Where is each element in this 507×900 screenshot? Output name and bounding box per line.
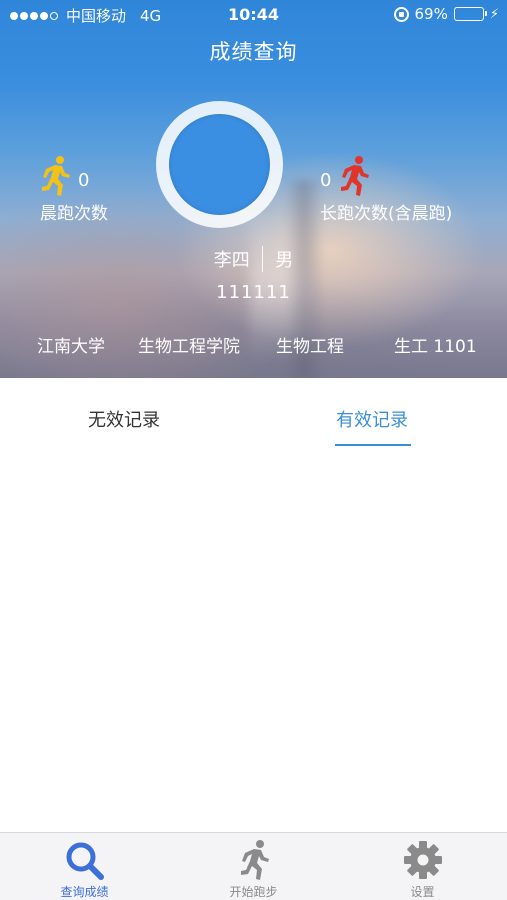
nav-settings[interactable]: 设置: [338, 833, 507, 900]
profile-header: 中国移动 4G 10:44 69% ⚡ 成绩查询 0 晨跑次数 0 长跑次数(含…: [0, 0, 507, 378]
long-run-count: 0: [320, 170, 332, 191]
major-name: 生物工程: [276, 337, 344, 357]
search-icon: [66, 842, 104, 880]
rotation-lock-icon: [393, 6, 409, 22]
avatar[interactable]: [169, 114, 270, 215]
university-name: 江南大学: [37, 337, 105, 357]
class-name: 生工 1101: [394, 337, 477, 357]
charging-bolt-icon: ⚡: [489, 6, 499, 22]
runner-yellow-icon: [42, 156, 70, 196]
morning-run-stat: 0 晨跑次数: [40, 155, 108, 224]
tab-valid-records[interactable]: 有效记录: [336, 406, 408, 432]
page-title: 成绩查询: [209, 40, 298, 64]
long-run-stat: 0 长跑次数(含晨跑): [320, 155, 452, 224]
status-right: 69% ⚡: [393, 5, 499, 23]
morning-run-count: 0: [78, 170, 90, 191]
gear-icon: [403, 841, 442, 879]
runner-red-icon: [341, 156, 370, 196]
student-gender: 男: [275, 250, 294, 271]
student-name: 李四: [213, 250, 250, 271]
student-identity: 李四 男 111111: [0, 246, 507, 303]
nav-settings-label: 设置: [410, 885, 435, 899]
bottom-nav: 查询成绩 开始跑步 设置: [0, 832, 507, 900]
student-id: 111111: [216, 282, 291, 303]
record-tabs: 无效记录 有效记录: [0, 378, 507, 458]
status-bar: 中国移动 4G 10:44 69% ⚡: [0, 0, 507, 30]
records-list: [0, 458, 507, 832]
runner-icon: [240, 840, 269, 880]
nav-query-scores-label: 查询成绩: [60, 885, 109, 899]
organization-row: 江南大学 生物工程学院 生物工程 生工 1101: [0, 332, 507, 357]
nav-query-scores[interactable]: 查询成绩: [0, 833, 169, 900]
college-name: 生物工程学院: [138, 337, 240, 357]
nav-start-running[interactable]: 开始跑步: [169, 833, 338, 900]
active-tab-indicator: [335, 444, 411, 446]
battery-icon: [453, 7, 487, 21]
long-run-label: 长跑次数(含晨跑): [320, 204, 453, 224]
avatar-ring: [156, 101, 283, 228]
morning-run-label: 晨跑次数: [40, 204, 108, 224]
battery-percent: 69%: [414, 5, 448, 23]
nav-start-running-label: 开始跑步: [229, 885, 278, 899]
identity-divider: [261, 246, 264, 272]
tab-invalid-records[interactable]: 无效记录: [88, 406, 160, 432]
